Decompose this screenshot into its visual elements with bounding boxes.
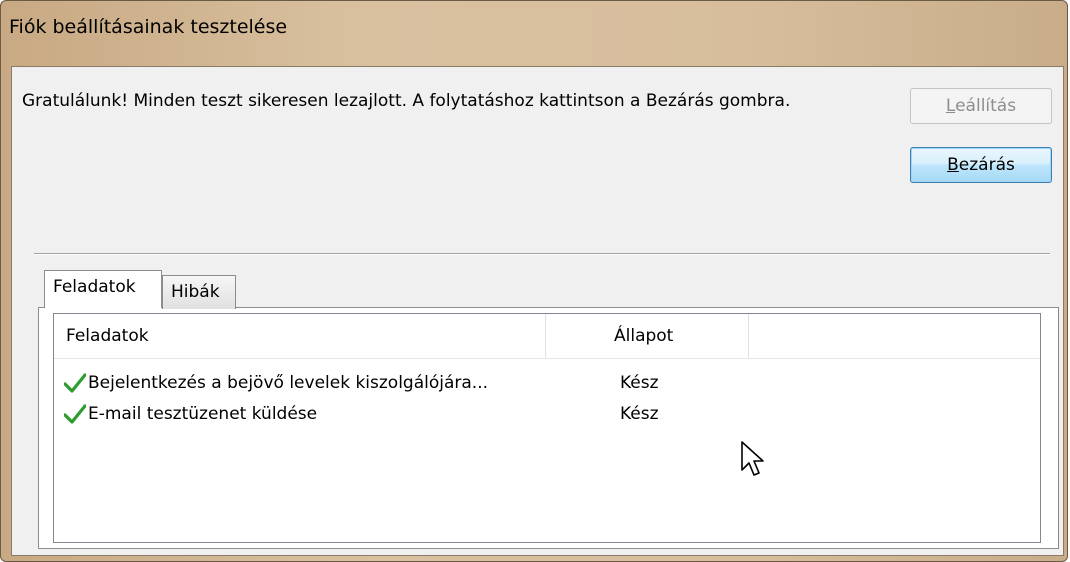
stop-button-mnemonic: L (945, 96, 956, 116)
column-header-status[interactable]: Állapot (546, 314, 749, 358)
tab-panel: Feladatok Állapot Bejelentkezés a bejövő… (38, 307, 1059, 549)
task-status: Kész (620, 404, 659, 424)
list-item[interactable]: E-mail tesztüzenet küldése Kész (54, 398, 1040, 430)
separator (34, 253, 1050, 255)
column-header-tasks[interactable]: Feladatok (54, 314, 546, 358)
stop-button-label: eállítás (955, 96, 1017, 116)
task-name: E-mail tesztüzenet küldése (88, 404, 318, 424)
check-icon (64, 404, 86, 424)
close-button-label: ezárás (958, 155, 1015, 175)
dialog-client-area: Gratulálunk! Minden teszt sikeresen leza… (11, 66, 1064, 556)
stop-button[interactable]: Leállítás (910, 88, 1052, 124)
window-title: Fiók beállításainak tesztelése (9, 16, 288, 38)
status-message: Gratulálunk! Minden teszt sikeresen leza… (22, 91, 791, 111)
tab-tasks[interactable]: Feladatok (44, 270, 162, 308)
task-list: Feladatok Állapot Bejelentkezés a bejövő… (53, 313, 1041, 543)
close-button[interactable]: Bezárás (910, 147, 1052, 183)
column-header-empty (749, 314, 1040, 358)
task-status: Kész (620, 373, 659, 393)
mouse-pointer-icon (741, 441, 764, 476)
check-icon (64, 373, 86, 393)
dialog-window: Fiók beállításainak tesztelése Gratulálu… (0, 0, 1068, 562)
tab-errors[interactable]: Hibák (162, 275, 236, 309)
task-name: Bejelentkezés a bejövő levelek kiszolgál… (88, 373, 489, 393)
list-header: Feladatok Állapot (54, 314, 1040, 359)
list-item[interactable]: Bejelentkezés a bejövő levelek kiszolgál… (54, 367, 1040, 399)
close-button-mnemonic: B (947, 155, 959, 175)
